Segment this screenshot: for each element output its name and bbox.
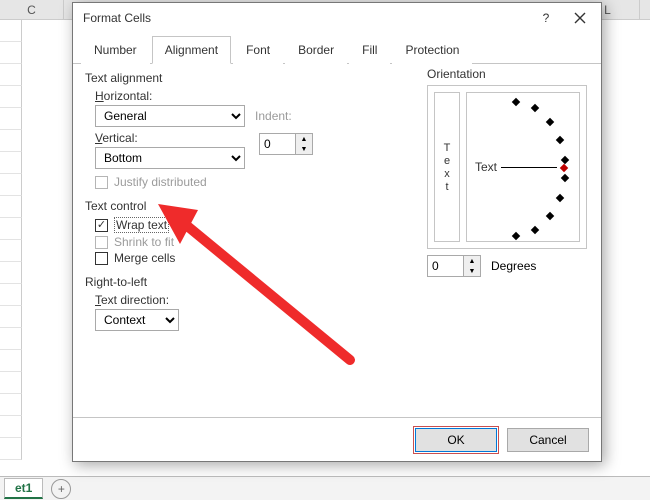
- degrees-spinner[interactable]: ▲▼: [427, 255, 481, 277]
- sheet-tab-bar: et1 +: [0, 476, 650, 500]
- titlebar: Format Cells ?: [73, 3, 601, 33]
- horizontal-select[interactable]: General: [95, 105, 245, 127]
- sheet-tab[interactable]: et1: [4, 478, 43, 499]
- wrap-text-checkbox[interactable]: [95, 219, 108, 232]
- format-cells-dialog: Format Cells ? Number Alignment Font Bor…: [72, 2, 602, 462]
- vertical-select[interactable]: Bottom: [95, 147, 245, 169]
- orientation-dial[interactable]: Text: [466, 92, 580, 242]
- tab-fill[interactable]: Fill: [349, 36, 390, 64]
- tab-border[interactable]: Border: [285, 36, 347, 64]
- degrees-down[interactable]: ▼: [464, 266, 480, 276]
- justify-checkbox: [95, 176, 108, 189]
- justify-label: Justify distributed: [114, 175, 207, 189]
- close-button[interactable]: [563, 5, 597, 31]
- cancel-button[interactable]: Cancel: [507, 428, 589, 452]
- degrees-up[interactable]: ▲: [464, 256, 480, 266]
- merge-label: Merge cells: [114, 251, 175, 265]
- label-indent: Indent:: [255, 109, 292, 123]
- dialog-footer: OK Cancel: [73, 417, 601, 461]
- orientation-text-label: Text: [475, 160, 497, 174]
- label-text-direction: Text direction:: [95, 293, 591, 307]
- orientation-vertical-toggle[interactable]: Text: [434, 92, 460, 242]
- shrink-label: Shrink to fit: [114, 235, 174, 249]
- group-rtl: Right-to-left: [85, 275, 591, 289]
- row-headers: [0, 20, 22, 476]
- orientation-handle[interactable]: [560, 164, 568, 172]
- label-degrees: Degrees: [491, 259, 536, 273]
- tab-strip: Number Alignment Font Border Fill Protec…: [73, 35, 601, 64]
- col-header-c[interactable]: C: [0, 0, 64, 20]
- tab-font[interactable]: Font: [233, 36, 283, 64]
- dialog-content: Text alignment Horizontal: General Inden…: [83, 65, 591, 415]
- help-button[interactable]: ?: [529, 5, 563, 31]
- wrap-text-label: Wrap text: [114, 217, 169, 233]
- dialog-title: Format Cells: [83, 11, 529, 25]
- indent-up[interactable]: ▲: [296, 134, 312, 144]
- orientation-line: [501, 167, 557, 168]
- merge-checkbox[interactable]: [95, 252, 108, 265]
- tab-protection[interactable]: Protection: [392, 36, 472, 64]
- indent-spinner[interactable]: ▲▼: [259, 133, 313, 155]
- close-icon: [574, 12, 586, 24]
- ok-button[interactable]: OK: [415, 428, 497, 452]
- text-direction-select[interactable]: Context: [95, 309, 179, 331]
- tab-alignment[interactable]: Alignment: [152, 36, 231, 64]
- indent-down[interactable]: ▼: [296, 144, 312, 154]
- new-sheet-button[interactable]: +: [51, 479, 71, 499]
- tab-number[interactable]: Number: [81, 36, 150, 64]
- shrink-checkbox: [95, 236, 108, 249]
- degrees-input[interactable]: [427, 255, 463, 277]
- orientation-group: Orientation Text Text: [427, 67, 587, 277]
- group-orientation: Orientation: [427, 67, 587, 81]
- indent-input[interactable]: [259, 133, 295, 155]
